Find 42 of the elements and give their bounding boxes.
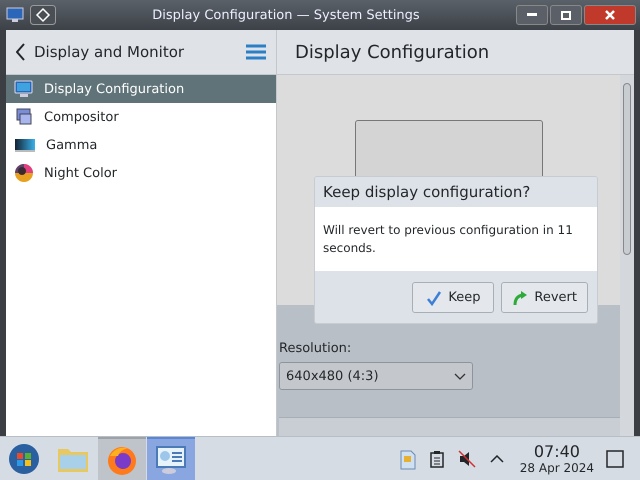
revert-button[interactable]: Revert (501, 282, 588, 313)
maximize-icon (561, 10, 571, 20)
taskbar-app[interactable] (98, 437, 146, 480)
curved-arrow-icon (512, 290, 528, 306)
maximize-button[interactable] (550, 5, 582, 25)
sidebar-item[interactable]: Compositor (6, 103, 276, 131)
page-title: Display Configuration (295, 42, 490, 62)
window-title: Display Configuration — System Settings (151, 8, 421, 22)
color-wheel-icon (14, 163, 34, 183)
monitor-icon (6, 7, 24, 23)
chevron-up-icon[interactable] (490, 454, 504, 462)
menu-icon[interactable] (246, 44, 266, 60)
check-icon (426, 290, 442, 306)
sidebar-item[interactable]: Gamma (6, 131, 276, 159)
sidebar-item[interactable]: Night Color (6, 159, 276, 187)
sidebar-item[interactable]: Display Configuration (6, 75, 276, 103)
sidebar-title: Display and Monitor (34, 43, 186, 61)
close-button[interactable] (584, 5, 636, 25)
close-icon (605, 10, 615, 20)
taskbar-app[interactable] (147, 437, 195, 480)
minimize-button[interactable] (516, 5, 548, 25)
clipboard-icon[interactable] (430, 450, 444, 468)
minimize-icon (527, 13, 537, 17)
scrollbar[interactable] (620, 75, 634, 436)
clock-time: 07:40 (534, 442, 580, 460)
muted-speaker-icon[interactable] (458, 450, 476, 468)
resolution-label: Resolution: (279, 341, 352, 356)
monitor-icon (14, 79, 34, 99)
monitor-settings-icon (155, 444, 187, 476)
start-orb-icon (8, 442, 40, 474)
clock-date: 28 Apr 2024 (520, 460, 594, 474)
chevron-down-icon (454, 372, 466, 380)
screen-gradient-icon (14, 137, 36, 153)
dialog-message: Will revert to previous configuration in 11 seconds. (315, 207, 597, 271)
show-desktop-icon[interactable] (606, 450, 624, 468)
resolution-dropdown[interactable]: 640x480 (4:3) (279, 362, 473, 390)
back-icon[interactable] (16, 43, 26, 61)
windows-icon (14, 107, 34, 127)
dialog-title: Keep display configuration? (323, 183, 530, 201)
keep-button[interactable]: Keep (412, 282, 494, 313)
document-icon[interactable] (400, 448, 416, 470)
clock[interactable]: 07:40 28 Apr 2024 (520, 442, 594, 474)
